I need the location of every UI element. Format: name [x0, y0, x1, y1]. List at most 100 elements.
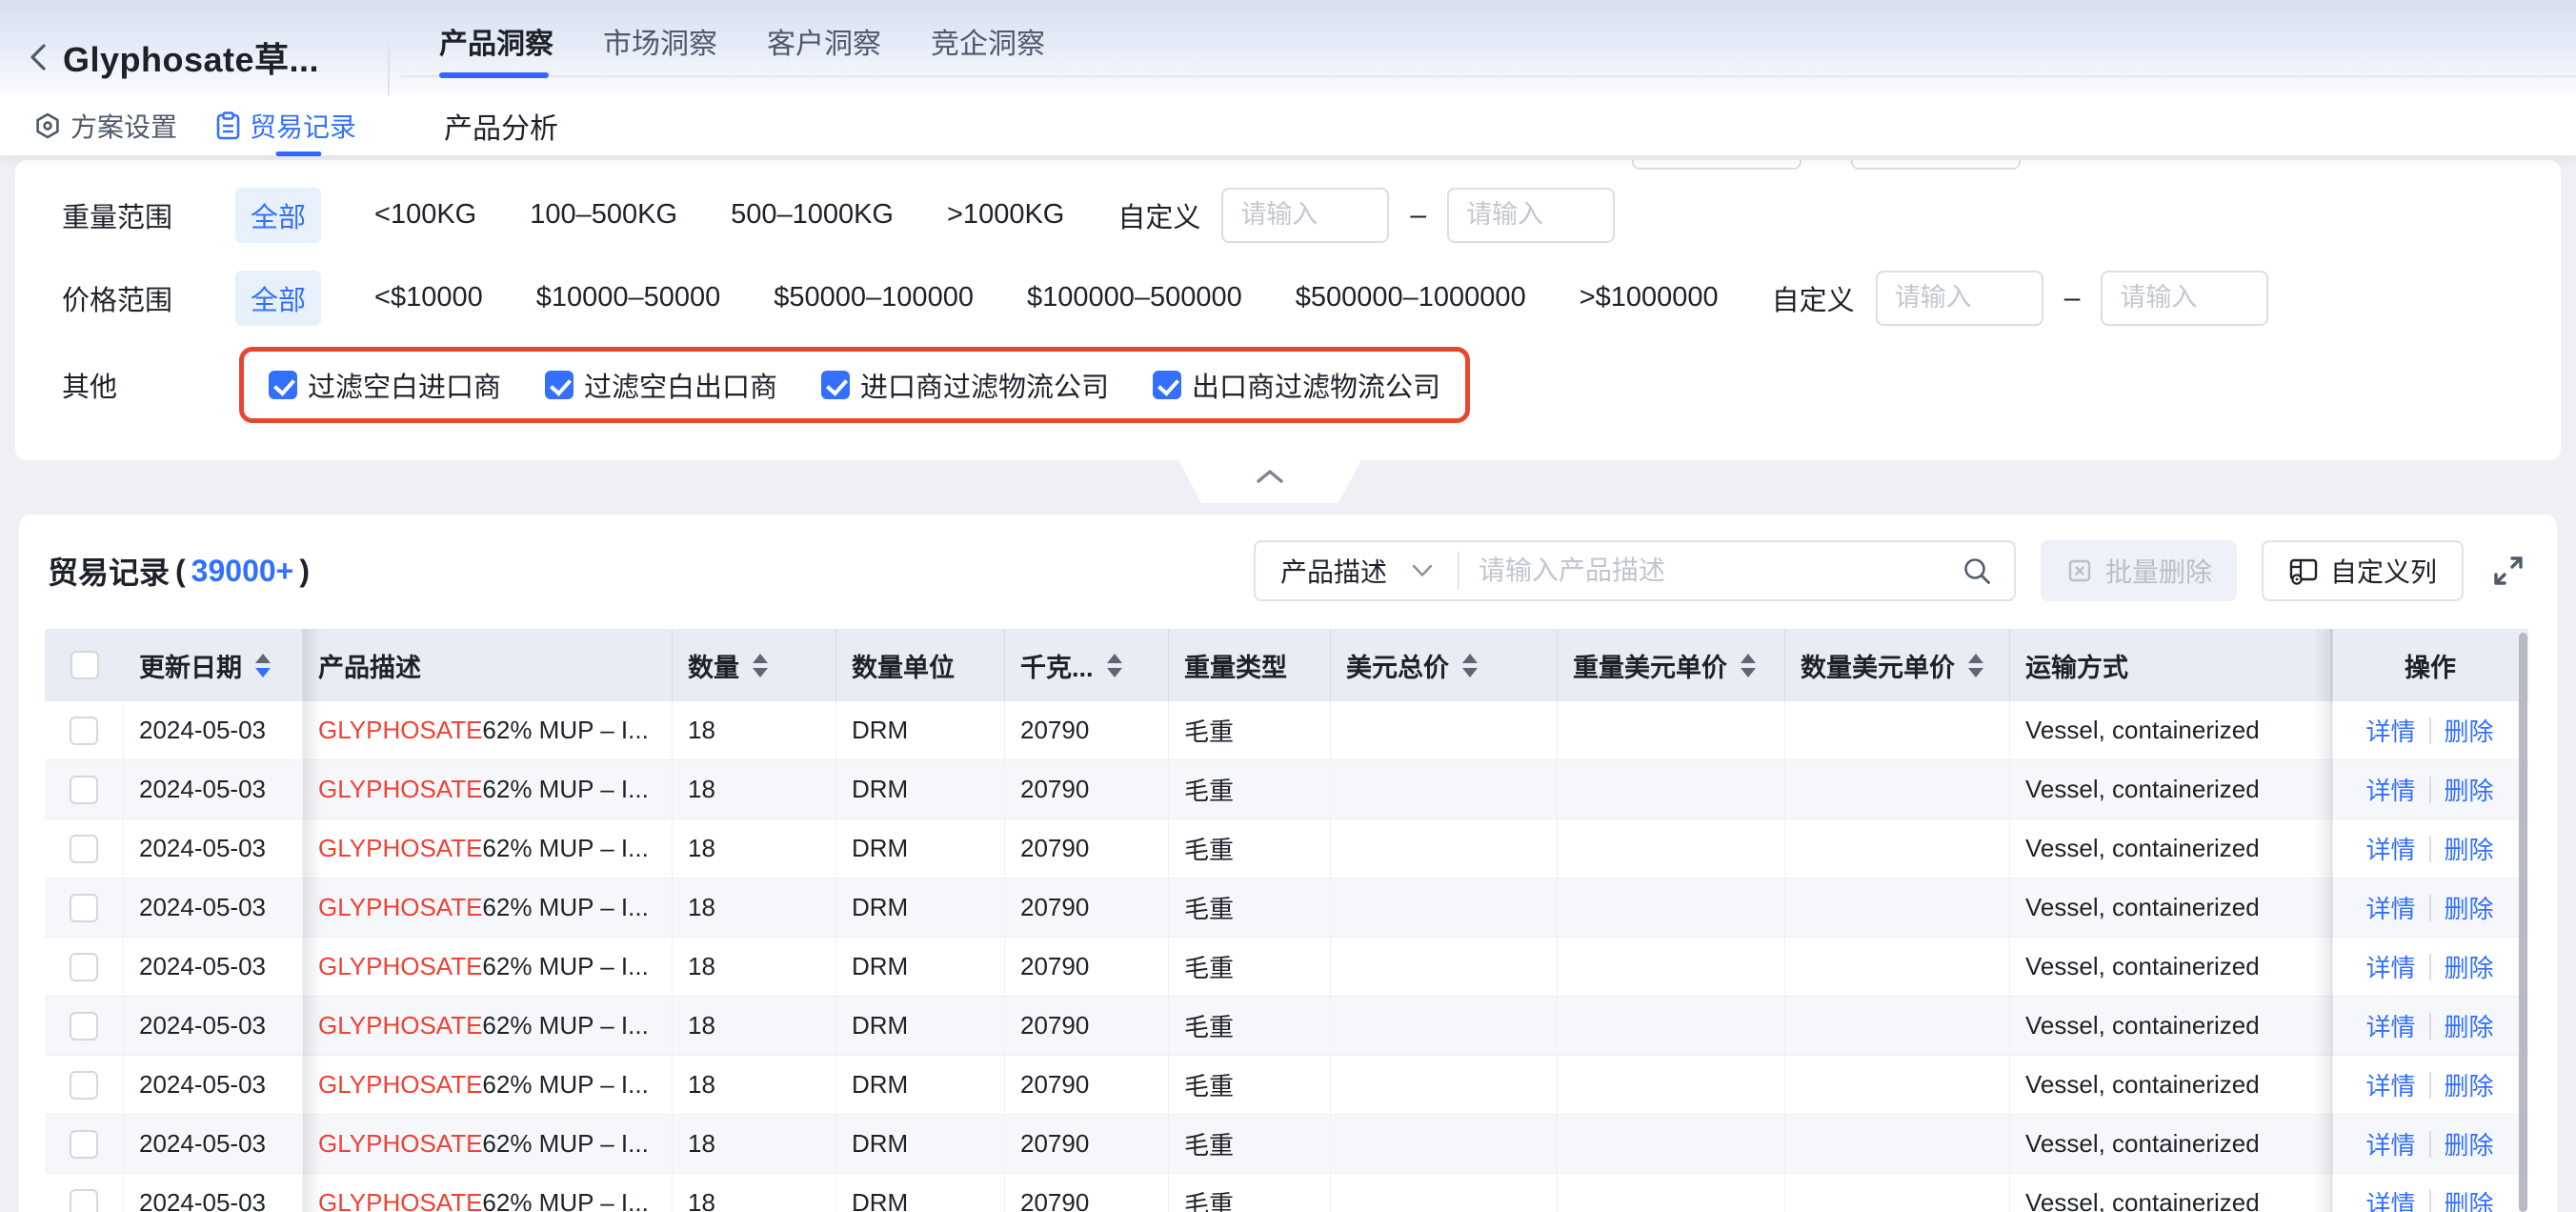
search-field-select[interactable]: 产品描述 [1256, 552, 1458, 590]
detail-link[interactable]: 详情 [2365, 1008, 2415, 1043]
records-count[interactable]: 39000+ [191, 554, 294, 589]
action-separator [2429, 836, 2431, 862]
weight-option-100-500[interactable]: 100–500KG [530, 199, 677, 231]
search-input[interactable] [1459, 556, 1961, 586]
clipped-input-box-2[interactable] [1851, 160, 2021, 170]
detail-link[interactable]: 详情 [2365, 772, 2415, 807]
cell-update-date: 2024-05-03 [124, 701, 303, 759]
price-option-all[interactable]: 全部 [235, 271, 321, 326]
detail-link[interactable]: 详情 [2365, 1126, 2415, 1162]
col-header-usd-per-qty[interactable]: 数量美元单价 [1785, 629, 2010, 701]
cell-checkbox [45, 997, 124, 1055]
cell-transport: Vessel, containerized [2010, 1056, 2331, 1114]
price-min-input[interactable] [1876, 271, 2043, 326]
tab-competitor-insight[interactable]: 竞企洞察 [931, 20, 1045, 62]
col-header-usd-per-weight[interactable]: 重量美元单价 [1558, 629, 1785, 701]
tab-customer-insight[interactable]: 客户洞察 [767, 20, 881, 62]
clipped-input-box-1[interactable] [1632, 160, 1801, 170]
weight-option-gt1000[interactable]: >1000KG [947, 199, 1064, 231]
row-checkbox[interactable] [70, 1189, 98, 1212]
delete-link[interactable]: 删除 [2445, 772, 2494, 807]
row-checkbox[interactable] [70, 776, 98, 804]
price-option-500000-1000000[interactable]: $500000–1000000 [1296, 282, 1526, 313]
col-header-usd-total[interactable]: 美元总价 [1331, 629, 1558, 701]
delete-link[interactable]: 删除 [2445, 890, 2494, 925]
other-checkbox-item-2[interactable]: 进口商过滤物流公司 [821, 365, 1109, 405]
detail-link[interactable]: 详情 [2365, 831, 2415, 866]
price-custom-label[interactable]: 自定义 [1772, 278, 1855, 318]
detail-link[interactable]: 详情 [2365, 1185, 2415, 1212]
sort-icon[interactable] [1741, 654, 1756, 677]
page-title: Glyphosate草... [63, 32, 319, 82]
cell-transport: Vessel, containerized [2010, 879, 2331, 937]
subnav-item-trade-records[interactable]: 贸易记录 [215, 95, 356, 156]
checkbox-icon[interactable] [269, 371, 297, 399]
weight-min-input[interactable] [1221, 188, 1389, 243]
col-header-kilograms[interactable]: 千克... [1005, 629, 1169, 701]
row-checkbox[interactable] [70, 894, 98, 922]
detail-link[interactable]: 详情 [2365, 713, 2415, 748]
delete-link[interactable]: 删除 [2445, 1008, 2494, 1043]
batch-delete-button[interactable]: 批量删除 [2041, 540, 2237, 601]
delete-link[interactable]: 删除 [2445, 1126, 2494, 1162]
other-checkbox-item-0[interactable]: 过滤空白进口商 [269, 365, 501, 405]
vertical-scrollbar[interactable] [2519, 633, 2527, 1212]
tab-product-insight[interactable]: 产品洞察 [439, 20, 553, 62]
cell-usd-total [1331, 879, 1558, 937]
checkbox-icon[interactable] [821, 371, 850, 399]
select-all-checkbox[interactable] [70, 651, 99, 679]
row-checkbox[interactable] [70, 717, 98, 745]
delete-link[interactable]: 删除 [2445, 713, 2494, 748]
row-checkbox[interactable] [70, 835, 98, 863]
weight-max-input[interactable] [1447, 188, 1615, 243]
other-checkbox-item-3[interactable]: 出口商过滤物流公司 [1153, 365, 1440, 405]
count-paren-close: ) [299, 554, 310, 589]
cell-quantity: 18 [673, 879, 836, 937]
other-checkbox-item-1[interactable]: 过滤空白出口商 [545, 365, 777, 405]
weight-option-500-1000[interactable]: 500–1000KG [731, 199, 894, 231]
price-max-input[interactable] [2101, 271, 2268, 326]
checkbox-icon[interactable] [545, 371, 574, 399]
row-checkbox[interactable] [70, 953, 98, 981]
back-icon[interactable] [25, 41, 53, 73]
weight-option-lt100[interactable]: <100KG [374, 199, 476, 231]
detail-link[interactable]: 详情 [2365, 949, 2415, 984]
detail-link[interactable]: 详情 [2365, 1067, 2415, 1102]
checkbox-icon[interactable] [1153, 371, 1181, 399]
weight-option-all[interactable]: 全部 [235, 188, 321, 243]
column-settings-icon [2288, 556, 2319, 585]
weight-custom-label[interactable]: 自定义 [1117, 195, 1200, 235]
col-header-update-date[interactable]: 更新日期 [124, 629, 303, 701]
collapse-chevron-up-icon[interactable] [1256, 469, 1284, 484]
sort-icon[interactable] [255, 654, 271, 677]
subnav-item-plan-settings[interactable]: 方案设置 [33, 95, 177, 156]
sort-icon[interactable] [1462, 654, 1478, 677]
delete-link[interactable]: 删除 [2445, 831, 2494, 866]
delete-link[interactable]: 删除 [2445, 1185, 2494, 1212]
fullscreen-expand-icon[interactable] [2488, 551, 2528, 591]
search-icon[interactable] [1961, 555, 2014, 587]
sort-icon[interactable] [1968, 654, 1983, 677]
price-option-100000-500000[interactable]: $100000–500000 [1027, 282, 1242, 313]
custom-columns-button[interactable]: 自定义列 [2262, 540, 2464, 601]
row-checkbox[interactable] [70, 1130, 98, 1159]
col-header-quantity[interactable]: 数量 [673, 629, 836, 701]
row-checkbox[interactable] [70, 1012, 98, 1040]
sort-icon[interactable] [753, 654, 768, 677]
cell-transport: Vessel, containerized [2010, 938, 2331, 996]
row-checkbox[interactable] [70, 1071, 98, 1100]
cell-actions: 详情 删除 [2331, 1174, 2528, 1212]
price-option-10000-50000[interactable]: $10000–50000 [536, 282, 721, 313]
delete-link[interactable]: 删除 [2445, 949, 2494, 984]
price-option-lt10000[interactable]: <$10000 [374, 282, 483, 313]
subtab-product-analysis[interactable]: 产品分析 [444, 95, 558, 156]
detail-link[interactable]: 详情 [2365, 890, 2415, 925]
cell-weight-type: 毛重 [1169, 1056, 1331, 1114]
tab-market-insight[interactable]: 市场洞察 [603, 20, 717, 62]
price-option-50000-100000[interactable]: $50000–100000 [774, 282, 974, 313]
price-option-gt1000000[interactable]: >$1000000 [1580, 282, 1719, 313]
sort-icon[interactable] [1107, 654, 1122, 677]
delete-link[interactable]: 删除 [2445, 1067, 2494, 1102]
cell-transport: Vessel, containerized [2010, 1115, 2331, 1173]
cell-kilograms: 20790 [1005, 701, 1169, 759]
